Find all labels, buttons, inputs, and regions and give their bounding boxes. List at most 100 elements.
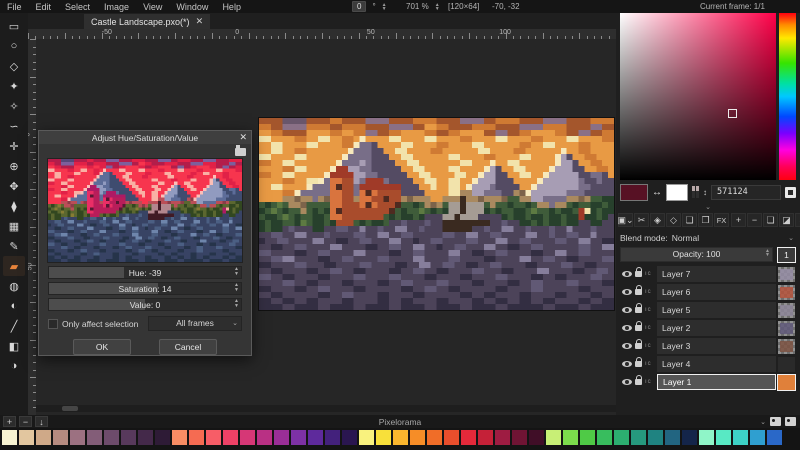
pixel-art-canvas[interactable]: [258, 117, 615, 311]
layer-name[interactable]: Layer 4: [657, 356, 776, 372]
layer-row-layer-2[interactable]: ıcLayer 2: [616, 319, 800, 337]
add-frame-button[interactable]: +: [731, 213, 746, 227]
palette-swatch-17[interactable]: [291, 430, 306, 445]
blend-mode-dropdown[interactable]: Normal ⌄: [672, 233, 796, 243]
palette-swatch-12[interactable]: [206, 430, 221, 445]
lock-icon[interactable]: [635, 361, 642, 367]
show-preview-icon[interactable]: [785, 417, 796, 426]
slider-spinner[interactable]: ▲▼: [234, 267, 239, 277]
frames-dropdown[interactable]: All frames ⌄: [148, 316, 242, 331]
horizontal-scrollbar-handle[interactable]: [62, 406, 78, 411]
hex-color-input[interactable]: 571124: [711, 185, 781, 200]
tab-close-icon[interactable]: ✕: [196, 16, 204, 27]
cel-link-icons[interactable]: ıc: [645, 271, 657, 277]
visibility-eye-icon[interactable]: [622, 289, 632, 295]
cancel-button[interactable]: Cancel: [159, 339, 217, 355]
menu-select[interactable]: Select: [58, 2, 97, 12]
slider-spinner[interactable]: ▲▼: [234, 299, 239, 309]
layer-row-layer-6[interactable]: ıcLayer 6: [616, 283, 800, 301]
tool-line[interactable]: ╱: [3, 316, 25, 336]
layer-thumbnail[interactable]: [778, 375, 795, 390]
palette-swatch-8[interactable]: [138, 430, 153, 445]
cel-link-icons[interactable]: ıc: [645, 379, 657, 385]
layer-row-layer-3[interactable]: ıcLayer 3: [616, 337, 800, 355]
tool-bucket[interactable]: ◍: [3, 276, 25, 296]
tool-zoom[interactable]: ⊕: [3, 156, 25, 176]
camera-icon[interactable]: [235, 148, 246, 156]
palette-swatch-34[interactable]: [580, 430, 595, 445]
palette-swatch-5[interactable]: [87, 430, 102, 445]
import-palette-button[interactable]: ↓: [35, 416, 48, 427]
swap-colors-icon[interactable]: ↔: [652, 187, 662, 198]
cel-link-icons[interactable]: ıc: [645, 289, 657, 295]
palette-swatch-22[interactable]: [376, 430, 391, 445]
layer-row-layer-4[interactable]: ıcLayer 4: [616, 355, 800, 373]
layer-name[interactable]: Layer 6: [657, 284, 776, 300]
palette-swatch-7[interactable]: [121, 430, 136, 445]
hsv-dialog-titlebar[interactable]: Adjust Hue/Saturation/Value ✕: [39, 131, 251, 144]
palette-swatch-28[interactable]: [478, 430, 493, 445]
palette-swatch-19[interactable]: [325, 430, 340, 445]
mini-sliders-icon[interactable]: [692, 186, 699, 198]
palette-swatch-36[interactable]: [614, 430, 629, 445]
saturation-slider[interactable]: Saturation: 14▲▼: [48, 282, 242, 295]
merge-down-button[interactable]: ❐: [698, 213, 713, 227]
palette-swatch-25[interactable]: [427, 430, 442, 445]
zoom-control[interactable]: 701 % ▲▼: [406, 0, 440, 13]
palette-swatch-13[interactable]: [223, 430, 238, 445]
layer-thumbnail[interactable]: [778, 285, 795, 300]
tool-color-select[interactable]: ✦: [3, 76, 25, 96]
palette-swatch-16[interactable]: [274, 430, 289, 445]
color-mode-button[interactable]: [785, 187, 796, 198]
ok-button[interactable]: OK: [73, 339, 131, 355]
layer-name[interactable]: Layer 1: [657, 374, 776, 390]
tool-polygon-select[interactable]: ◇: [3, 56, 25, 76]
lock-icon[interactable]: [635, 307, 642, 313]
layer-thumbnail[interactable]: [778, 339, 795, 354]
palette-swatch-35[interactable]: [597, 430, 612, 445]
palette-swatch-1[interactable]: [19, 430, 34, 445]
cel-link-icons[interactable]: ıc: [645, 325, 657, 331]
value-slider[interactable]: Value: 0▲▼: [48, 298, 242, 311]
tool-rectangle-select[interactable]: ▭: [3, 16, 25, 36]
cel-link-icons[interactable]: ıc: [645, 307, 657, 313]
show-grid-icon[interactable]: [770, 417, 781, 426]
visibility-eye-icon[interactable]: [622, 325, 632, 331]
color-cursor[interactable]: [728, 109, 737, 118]
palette-swatch-29[interactable]: [495, 430, 510, 445]
palette-swatch-10[interactable]: [172, 430, 187, 445]
hue-slider[interactable]: Hue: -39▲▼: [48, 266, 242, 279]
palette-swatch-45[interactable]: [767, 430, 782, 445]
visibility-eye-icon[interactable]: [622, 361, 632, 367]
tool-ellipse-select[interactable]: ○: [3, 36, 25, 56]
eyedropper-icon[interactable]: ↕: [703, 188, 707, 197]
palette-swatch-4[interactable]: [70, 430, 85, 445]
cel-link-icons[interactable]: ıc: [645, 361, 657, 367]
palette-swatch-15[interactable]: [257, 430, 272, 445]
lock-icon[interactable]: [635, 271, 642, 277]
lock-icon[interactable]: [635, 325, 642, 331]
layer-name[interactable]: Layer 7: [657, 266, 776, 282]
layer-thumbnail[interactable]: [778, 321, 795, 336]
panel-collapse-chevron-icon[interactable]: ⌄: [760, 418, 766, 426]
palette-swatch-2[interactable]: [36, 430, 51, 445]
primary-color-swatch[interactable]: [620, 184, 648, 201]
secondary-color-swatch[interactable]: [666, 184, 688, 201]
menu-window[interactable]: Window: [169, 2, 215, 12]
palette-swatch-9[interactable]: [155, 430, 170, 445]
palette-swatch-18[interactable]: [308, 430, 323, 445]
layer-row-layer-7[interactable]: ıcLayer 7: [616, 265, 800, 283]
layer-thumbnail[interactable]: [778, 357, 795, 372]
palette-swatch-38[interactable]: [648, 430, 663, 445]
menu-image[interactable]: Image: [97, 2, 136, 12]
palette-swatch-37[interactable]: [631, 430, 646, 445]
hue-slider[interactable]: [779, 13, 796, 180]
tool-magic-wand[interactable]: ✧: [3, 96, 25, 116]
tab-castle-landscape[interactable]: Castle Landscape.pxo(*) ✕: [84, 14, 210, 30]
palette-swatch-0[interactable]: [2, 430, 17, 445]
palette-swatch-23[interactable]: [393, 430, 408, 445]
remove-frame-button[interactable]: −: [747, 213, 762, 227]
clone-layer-button[interactable]: ❏: [682, 213, 697, 227]
layer-thumbnail[interactable]: [778, 267, 795, 282]
tool-move[interactable]: ✛: [3, 136, 25, 156]
